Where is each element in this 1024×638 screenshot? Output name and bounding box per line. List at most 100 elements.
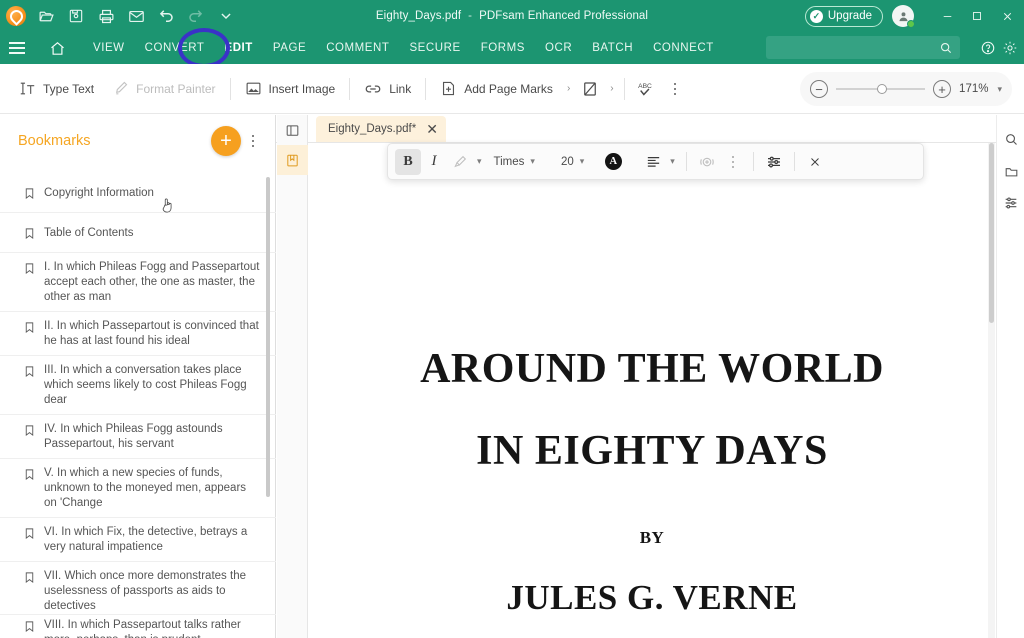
bookmarks-panel: Bookmarks + Copyright Information Table … bbox=[0, 115, 276, 638]
menu-item-convert[interactable]: CONVERT bbox=[135, 32, 215, 64]
menu-item-batch[interactable]: BATCH bbox=[582, 32, 643, 64]
spellcheck-abc-icon[interactable]: ABC bbox=[630, 74, 660, 104]
account-avatar[interactable] bbox=[892, 5, 914, 27]
font-size-select[interactable]: 20 bbox=[553, 156, 576, 168]
font-color-button[interactable]: A bbox=[600, 149, 626, 175]
list-item-label: VII. Which once more demonstrates the us… bbox=[44, 568, 260, 614]
chevron-down-icon[interactable] bbox=[212, 3, 240, 29]
list-item-label: I. In which Phileas Fogg and Passepartou… bbox=[44, 259, 260, 305]
bold-button[interactable]: B bbox=[395, 149, 421, 175]
list-item[interactable]: I. In which Phileas Fogg and Passepartou… bbox=[0, 253, 276, 312]
add-circle-icon[interactable] bbox=[694, 149, 720, 175]
font-family-select[interactable]: Times bbox=[486, 156, 527, 168]
document-tab[interactable]: Eighty_Days.pdf* ✕ bbox=[316, 116, 446, 142]
bookmarks-overflow-button[interactable] bbox=[241, 133, 265, 149]
menu-item-ocr[interactable]: OCR bbox=[535, 32, 582, 64]
bookmark-panel-icon[interactable] bbox=[277, 145, 308, 175]
menu-item-forms[interactable]: FORMS bbox=[471, 32, 535, 64]
add-page-marks-chevron-icon[interactable]: › bbox=[562, 75, 575, 103]
link-button[interactable]: Link bbox=[355, 74, 420, 104]
watermark-chevron-icon[interactable]: › bbox=[605, 75, 618, 103]
close-button[interactable] bbox=[992, 0, 1022, 32]
list-item-label: Copyright Information bbox=[44, 185, 154, 201]
highlight-color-caret-icon[interactable]: ▾ bbox=[473, 156, 486, 167]
highlighter-icon[interactable] bbox=[447, 149, 473, 175]
zoom-slider[interactable] bbox=[836, 88, 925, 90]
list-item-label: II. In which Passepartout is convinced t… bbox=[44, 318, 260, 349]
more-vertical-icon[interactable] bbox=[660, 74, 690, 104]
bookmarks-list[interactable]: Copyright Information Table of Contents … bbox=[0, 167, 276, 638]
hamburger-menu-icon[interactable] bbox=[2, 32, 32, 64]
add-bookmark-button[interactable]: + bbox=[211, 126, 241, 156]
close-icon[interactable] bbox=[802, 149, 828, 175]
text-format-toolbar: B I ▾ Times ▾ 20 ▾ A ▾ bbox=[387, 143, 924, 180]
list-item[interactable]: III. In which a conversation takes place… bbox=[0, 356, 276, 415]
open-file-icon[interactable] bbox=[32, 3, 60, 29]
help-circle-icon[interactable] bbox=[980, 40, 996, 56]
search-input[interactable] bbox=[766, 42, 932, 54]
title-bar: Eighty_Days.pdf - PDFsam Enhanced Profes… bbox=[0, 0, 1024, 32]
print-icon[interactable] bbox=[92, 3, 120, 29]
home-icon[interactable] bbox=[41, 32, 73, 64]
text-settings-icon[interactable] bbox=[761, 149, 787, 175]
undo-icon[interactable] bbox=[152, 3, 180, 29]
type-text-icon bbox=[19, 80, 36, 97]
zoom-slider-knob[interactable] bbox=[877, 84, 887, 94]
list-item-label: Table of Contents bbox=[44, 225, 134, 241]
menu-item-comment[interactable]: COMMENT bbox=[316, 32, 399, 64]
list-item[interactable]: II. In which Passepartout is convinced t… bbox=[0, 312, 276, 356]
format-painter-button[interactable]: Format Painter bbox=[103, 74, 224, 104]
panel-toggle-icon[interactable] bbox=[277, 115, 308, 145]
italic-button[interactable]: I bbox=[421, 149, 447, 175]
panel-right-icon[interactable] bbox=[997, 155, 1024, 187]
list-item-label: V. In which a new species of funds, unkn… bbox=[44, 465, 260, 511]
type-text-button[interactable]: Type Text bbox=[10, 74, 103, 104]
document-scrollbar[interactable] bbox=[988, 143, 995, 638]
font-family-value: Times bbox=[494, 156, 525, 168]
bookmark-icon bbox=[14, 421, 44, 438]
zoom-in-button[interactable]: + bbox=[933, 80, 951, 98]
bookmarks-scrollbar[interactable] bbox=[266, 177, 270, 497]
bookmark-icon bbox=[14, 184, 44, 201]
close-icon[interactable]: ✕ bbox=[426, 122, 438, 136]
adjustments-icon[interactable] bbox=[997, 187, 1024, 219]
search-icon[interactable] bbox=[997, 123, 1024, 155]
font-size-caret-icon[interactable]: ▾ bbox=[576, 156, 589, 167]
maximize-button[interactable] bbox=[962, 0, 992, 32]
list-item[interactable]: VII. Which once more demonstrates the us… bbox=[0, 562, 276, 615]
list-item[interactable]: Copyright Information bbox=[0, 173, 276, 213]
pdf-page[interactable]: AROUND THE WORLD IN EIGHTY DAYS BY JULES… bbox=[308, 143, 996, 638]
align-caret-icon[interactable]: ▾ bbox=[666, 156, 679, 167]
search-box[interactable] bbox=[766, 36, 960, 59]
minimize-button[interactable] bbox=[932, 0, 962, 32]
zoom-out-button[interactable]: − bbox=[810, 80, 828, 98]
list-item[interactable]: VI. In which Fix, the detective, betrays… bbox=[0, 518, 276, 562]
list-item[interactable]: VIII. In which Passepartout talks rather… bbox=[0, 615, 276, 638]
format-painter-icon bbox=[112, 80, 129, 97]
menu-item-secure[interactable]: SECURE bbox=[399, 32, 470, 64]
menu-item-edit[interactable]: EDIT bbox=[214, 32, 262, 64]
font-family-caret-icon[interactable]: ▾ bbox=[526, 156, 539, 167]
save-icon[interactable] bbox=[62, 3, 90, 29]
menu-item-page[interactable]: PAGE bbox=[263, 32, 316, 64]
align-left-icon[interactable] bbox=[640, 149, 666, 175]
email-icon[interactable] bbox=[122, 3, 150, 29]
menu-item-view[interactable]: VIEW bbox=[83, 32, 135, 64]
list-item[interactable]: IV. In which Phileas Fogg astounds Passe… bbox=[0, 415, 276, 459]
add-page-marks-button[interactable]: Add Page Marks bbox=[431, 74, 562, 104]
menu-item-connect[interactable]: CONNECT bbox=[643, 32, 724, 64]
insert-image-button[interactable]: Insert Image bbox=[236, 74, 345, 104]
upgrade-button[interactable]: ✓ Upgrade bbox=[805, 6, 883, 27]
zoom-dropdown-caret-icon[interactable]: ▾ bbox=[997, 84, 1002, 95]
list-item-label: IV. In which Phileas Fogg astounds Passe… bbox=[44, 421, 260, 452]
gear-icon[interactable] bbox=[1002, 40, 1018, 56]
watermark-icon[interactable] bbox=[575, 74, 605, 104]
more-vertical-icon[interactable] bbox=[720, 149, 746, 175]
document-viewer[interactable]: AROUND THE WORLD IN EIGHTY DAYS BY JULES… bbox=[308, 143, 996, 638]
toolbar-divider bbox=[624, 78, 625, 100]
search-icon[interactable] bbox=[932, 41, 960, 55]
upgrade-check-icon: ✓ bbox=[810, 10, 823, 23]
main-menu: VIEW CONVERT EDIT PAGE COMMENT SECURE FO… bbox=[83, 32, 724, 64]
list-item[interactable]: Table of Contents bbox=[0, 213, 276, 253]
list-item[interactable]: V. In which a new species of funds, unkn… bbox=[0, 459, 276, 518]
